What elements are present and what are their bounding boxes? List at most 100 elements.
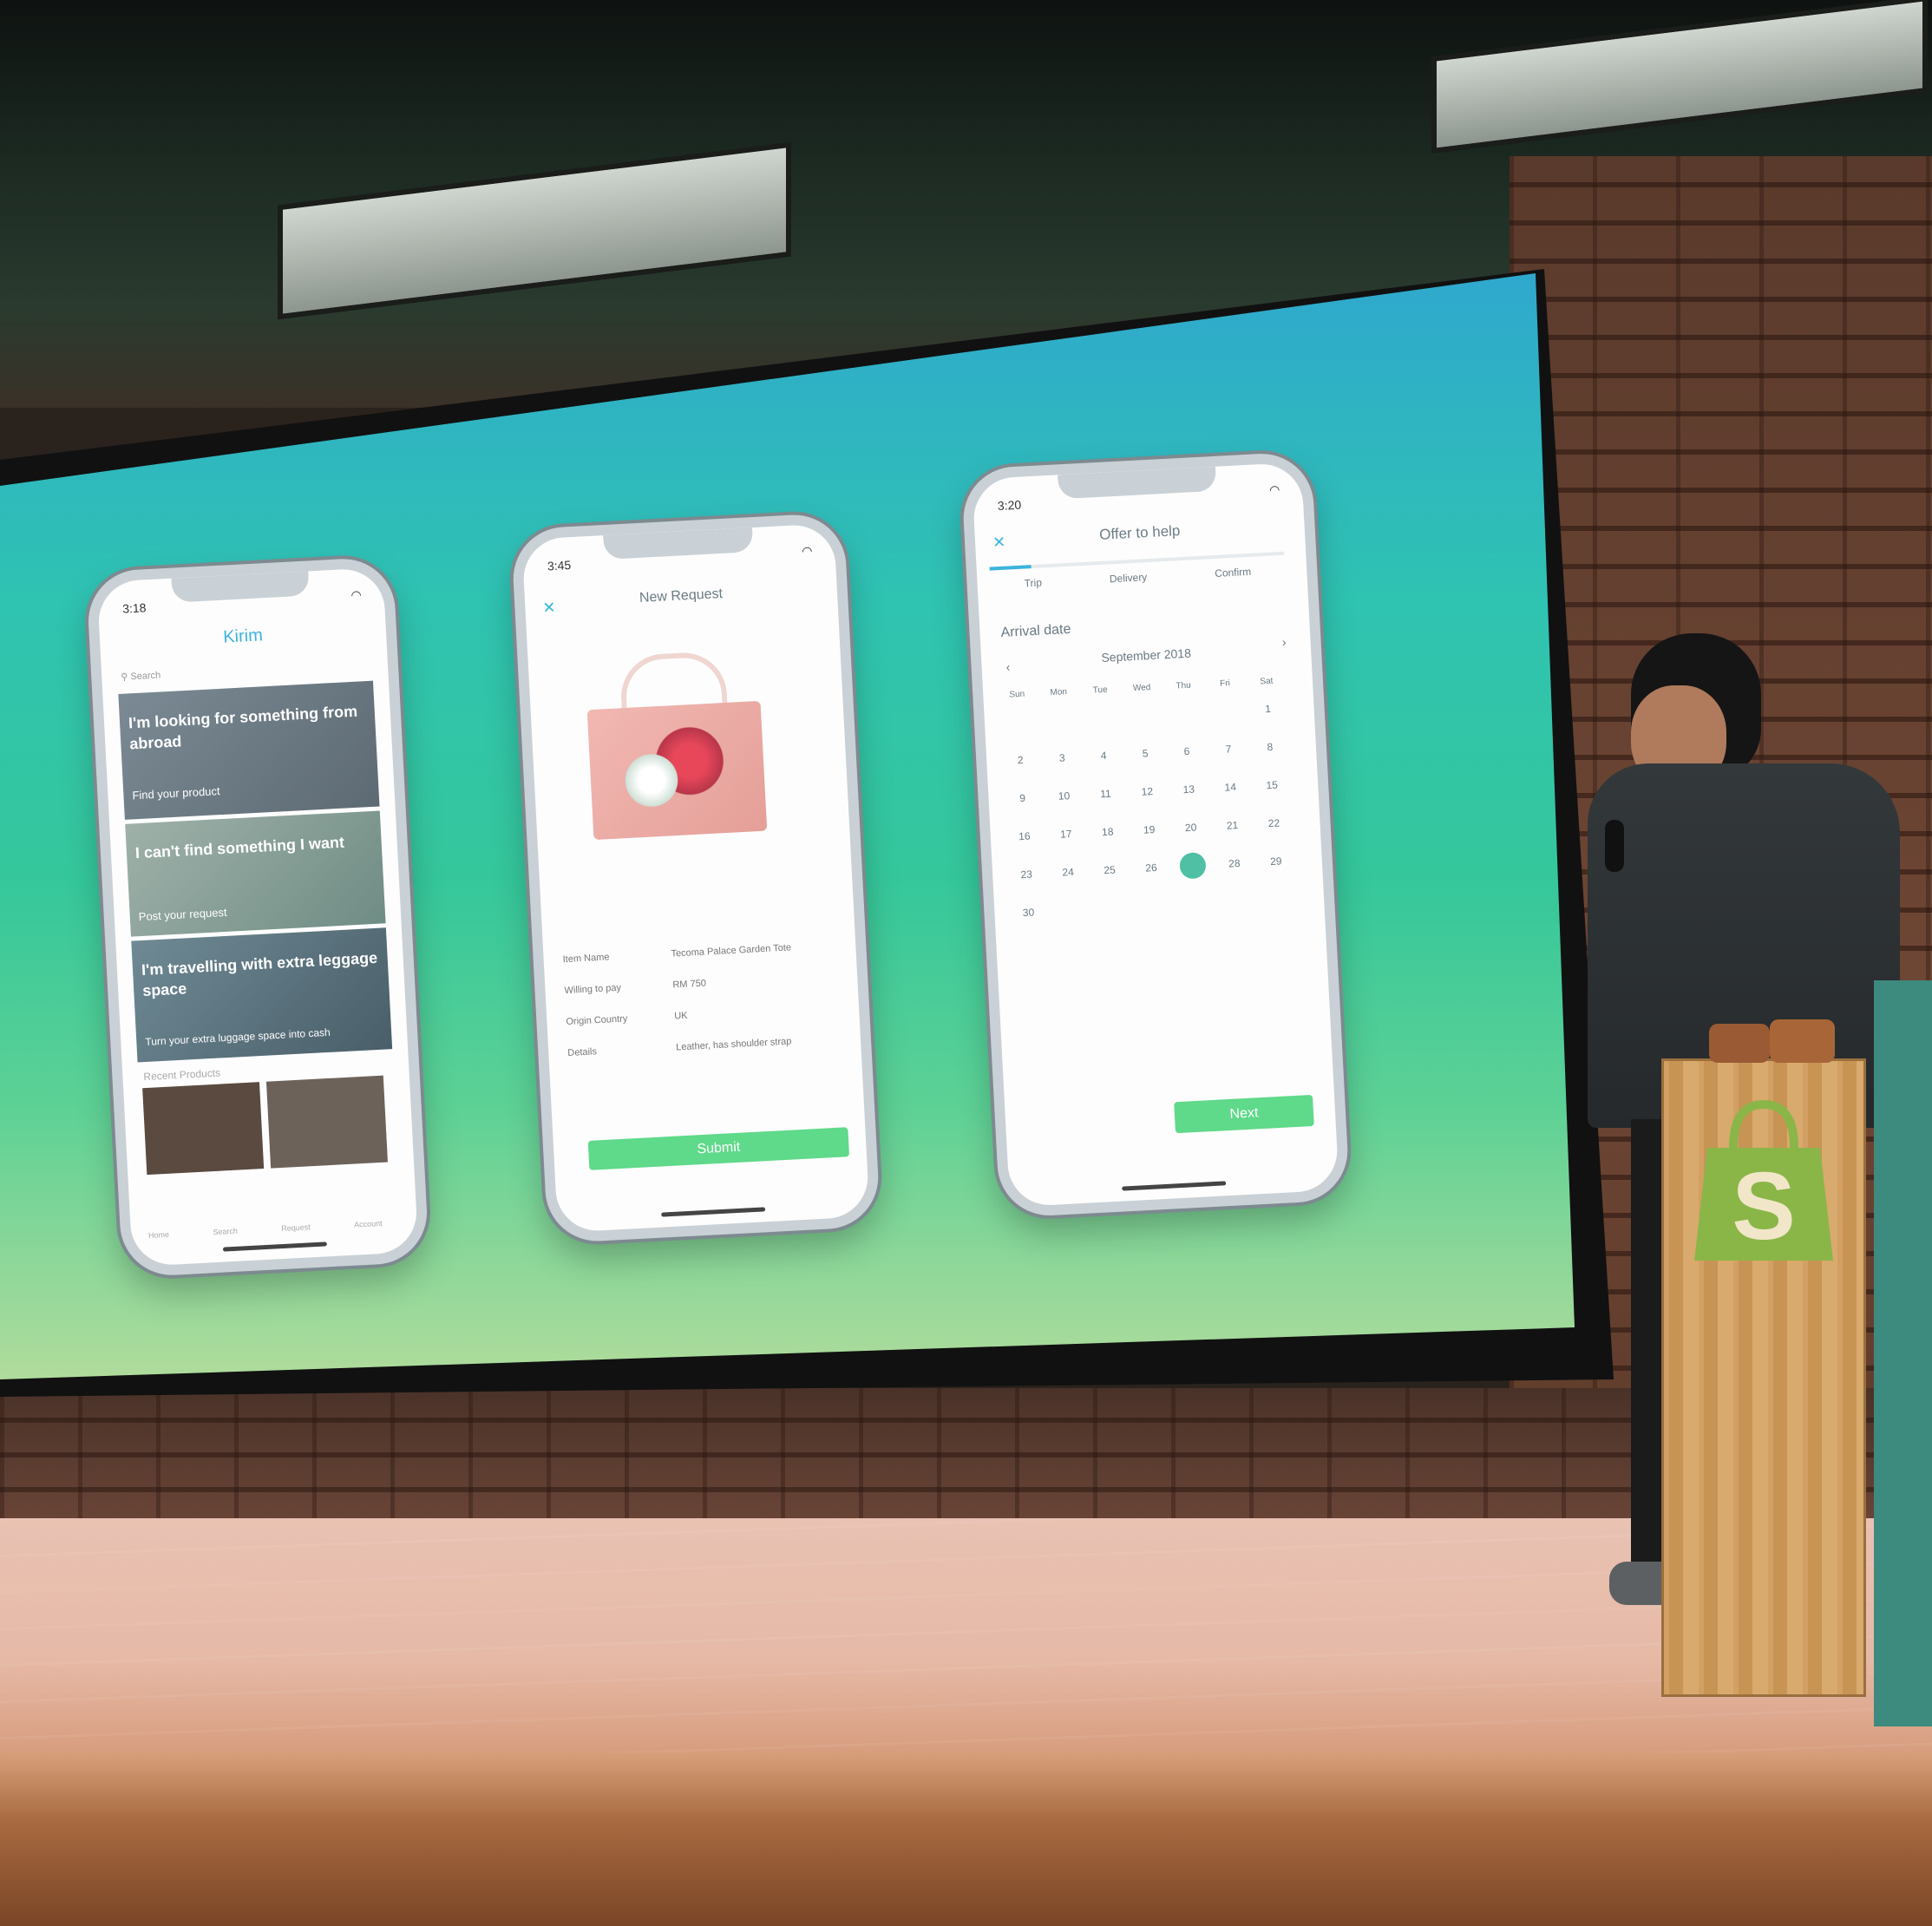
search-icon: ⚲ xyxy=(121,671,128,683)
home-indicator xyxy=(1122,1181,1227,1191)
field-value: Tecoma Palace Garden Tote xyxy=(671,942,792,960)
phone-notch xyxy=(602,527,754,560)
calendar-day[interactable]: 9 xyxy=(1009,791,1036,805)
calendar-day[interactable]: 30 xyxy=(1015,906,1042,920)
home-indicator xyxy=(222,1241,327,1252)
podium: S xyxy=(1661,1058,1866,1697)
card-request[interactable]: I can't find something I want Post your … xyxy=(125,810,386,937)
plant-pot-2 xyxy=(1770,1019,1835,1063)
calendar-day[interactable]: 3 xyxy=(1049,751,1076,765)
phone-home: 3:18 ◠ Kirim ⚲ Search I'm looking for so… xyxy=(85,556,430,1278)
screen-title: Offer to help xyxy=(1098,522,1181,543)
field-label: Willing to pay xyxy=(564,982,622,997)
calendar-day[interactable]: 21 xyxy=(1219,819,1246,833)
calendar-day[interactable]: 20 xyxy=(1177,821,1204,835)
calendar-day[interactable]: 4 xyxy=(1090,749,1117,763)
calendar-day[interactable]: 24 xyxy=(1055,866,1082,880)
submit-button[interactable]: Submit xyxy=(587,1127,850,1170)
calendar-day[interactable]: 13 xyxy=(1176,783,1202,796)
stage-edge xyxy=(0,1752,1932,1926)
step-trip[interactable]: Trip xyxy=(1024,576,1042,589)
calendar-day[interactable]: 17 xyxy=(1052,828,1079,842)
calendar-day[interactable]: 8 xyxy=(1257,740,1284,754)
calendar-day[interactable]: 22 xyxy=(1261,816,1287,830)
card-title: I can't find something I want xyxy=(134,833,345,862)
calendar-grid: 1 2 3 4 5 6 7 8 9 10 11 12 13 14 15 16 17 18 19 20 21 22 23 24 2… xyxy=(1005,702,1294,941)
card-abroad[interactable]: I'm looking for something from abroad Fi… xyxy=(118,680,380,820)
calendar-day[interactable]: 16 xyxy=(1012,829,1038,843)
weekday-label: Fri xyxy=(1219,678,1231,689)
calendar-day[interactable]: 6 xyxy=(1174,744,1201,758)
phone-request: 3:45 ◠ ✕ New Request Item Name Tecoma Pa… xyxy=(510,512,881,1244)
calendar-day[interactable]: 23 xyxy=(1013,868,1040,881)
calendar-day[interactable]: 12 xyxy=(1134,785,1161,799)
screen-title: New Request xyxy=(639,586,724,606)
step-delivery[interactable]: Delivery xyxy=(1110,571,1148,585)
status-time: 3:20 xyxy=(997,497,1022,513)
search-placeholder: Search xyxy=(130,670,161,683)
field-label: Item Name xyxy=(562,952,610,966)
calendar-day[interactable]: 5 xyxy=(1132,747,1159,761)
calendar-day[interactable]: 1 xyxy=(1254,702,1281,716)
microphone xyxy=(1605,820,1624,872)
card-travelling[interactable]: I'm travelling with extra leggage space … xyxy=(131,927,393,1063)
status-time: 3:45 xyxy=(547,558,572,573)
calendar-day-selected[interactable]: 27 xyxy=(1179,852,1207,880)
podium-side xyxy=(1874,980,1932,1726)
tab-account[interactable]: Account xyxy=(354,1219,383,1229)
calendar-day[interactable]: 29 xyxy=(1262,855,1289,868)
arrival-date-label: Arrival date xyxy=(1000,621,1071,641)
recent-products-label: Recent Products xyxy=(143,1066,221,1084)
phone-offer: 3:20 ◠ ✕ Offer to help Trip Delivery Con… xyxy=(960,451,1351,1218)
tab-bar: Home Search Request Account xyxy=(148,1219,383,1240)
step-progress-fill xyxy=(989,565,1031,571)
wifi-icon: ◠ xyxy=(801,543,813,559)
bag-image xyxy=(585,649,768,848)
status-time: 3:18 xyxy=(121,600,147,616)
calendar-day[interactable]: 14 xyxy=(1217,781,1244,795)
weekday-row: Sun Mon Tue Wed Thu Fri Sat xyxy=(1004,676,1282,708)
shopify-bag-icon: S xyxy=(1694,1099,1833,1261)
card-subtitle: Find your product xyxy=(132,784,220,802)
wifi-icon: ◠ xyxy=(1268,482,1280,497)
next-button[interactable]: Next xyxy=(1174,1094,1314,1134)
card-subtitle: Turn your extra luggage space into cash xyxy=(144,1025,331,1048)
field-value: UK xyxy=(674,1010,688,1022)
calendar-day[interactable]: 10 xyxy=(1051,789,1077,803)
weekday-label: Thu xyxy=(1176,680,1191,691)
tab-search[interactable]: Search xyxy=(213,1227,238,1236)
calendar-month: September 2018 xyxy=(1101,645,1192,665)
request-details: Item Name Tecoma Palace Garden Tote Will… xyxy=(562,940,837,1079)
weekday-label: Tue xyxy=(1092,685,1108,696)
calendar-day[interactable]: 26 xyxy=(1138,861,1165,875)
step-confirm[interactable]: Confirm xyxy=(1215,566,1252,580)
wifi-icon: ◠ xyxy=(350,587,363,602)
card-title: I'm looking for something from abroad xyxy=(128,702,358,753)
calendar-day[interactable]: 18 xyxy=(1094,825,1121,839)
calendar-day[interactable]: 19 xyxy=(1136,823,1162,837)
weekday-label: Wed xyxy=(1132,683,1151,694)
field-label: Origin Country xyxy=(566,1013,628,1028)
calendar-day[interactable]: 28 xyxy=(1221,857,1248,871)
calendar-day[interactable]: 15 xyxy=(1259,778,1286,792)
recent-product-1[interactable] xyxy=(142,1082,265,1176)
calendar-day[interactable]: 2 xyxy=(1007,753,1034,767)
tab-request[interactable]: Request xyxy=(281,1222,311,1233)
home-indicator xyxy=(661,1207,766,1217)
card-subtitle: Post your request xyxy=(138,905,227,924)
recent-product-2[interactable] xyxy=(265,1075,388,1169)
phone-notch xyxy=(171,571,310,603)
chevron-right-icon[interactable]: › xyxy=(1281,635,1287,649)
calendar-day[interactable]: 25 xyxy=(1097,863,1123,877)
tab-home[interactable]: Home xyxy=(148,1230,170,1240)
calendar-day[interactable]: 7 xyxy=(1215,743,1242,757)
app-title: Kirim xyxy=(222,626,264,647)
card-title: I'm travelling with extra leggage space xyxy=(141,948,378,1000)
calendar-day[interactable]: 11 xyxy=(1092,787,1119,801)
field-label: Details xyxy=(567,1046,598,1058)
phone-notch xyxy=(1057,466,1217,500)
svg-text:S: S xyxy=(1732,1153,1795,1260)
weekday-label: Sat xyxy=(1260,676,1274,687)
plant-pot-1 xyxy=(1709,1024,1770,1063)
search-bar[interactable]: ⚲ Search xyxy=(121,669,161,682)
